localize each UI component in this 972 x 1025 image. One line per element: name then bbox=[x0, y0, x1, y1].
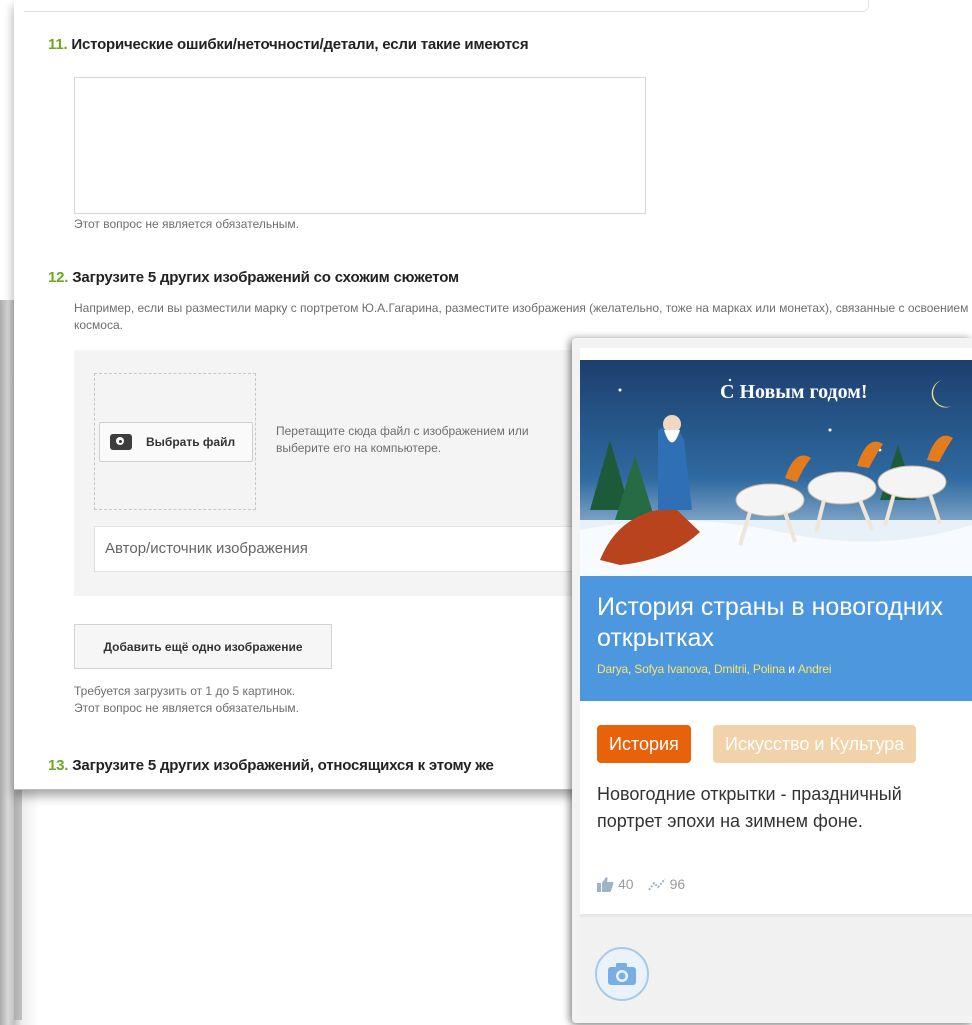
form-top-edge bbox=[24, 0, 869, 12]
author-link[interactable]: Andrei bbox=[798, 662, 832, 676]
add-photo-button[interactable] bbox=[595, 947, 649, 1001]
postcard-caption: С Новым годом! bbox=[720, 381, 868, 403]
camera-icon bbox=[608, 963, 636, 985]
card-cover-image: С Новым годом! bbox=[580, 360, 972, 576]
question-11-title: 11. Исторические ошибки/неточности/детал… bbox=[48, 36, 529, 53]
new-year-postcard-illustration: С Новым годом! bbox=[580, 360, 972, 576]
file-drop-zone[interactable]: Выбрать файл bbox=[94, 373, 256, 510]
card-authors: Darya, Sofya Ivanova, Dmitrii, Polina и … bbox=[597, 662, 832, 676]
author-link[interactable]: Darya bbox=[597, 662, 628, 676]
question-13-text: Загрузите 5 других изображений, относящи… bbox=[72, 757, 494, 774]
card-title-banner: История страны в новогодних открытках Da… bbox=[580, 576, 972, 701]
question-11-answer-textarea[interactable] bbox=[74, 77, 646, 214]
card-description: Новогодние открытки - праздничный портре… bbox=[597, 784, 902, 831]
trend-icon bbox=[647, 878, 666, 891]
add-another-image-button[interactable]: Добавить ещё одно изображение bbox=[74, 624, 332, 669]
thumbs-up-icon bbox=[597, 876, 614, 892]
question-11-number: 11. bbox=[48, 36, 68, 53]
question-12-optional-note: Этот вопрос не является обязательным. bbox=[74, 701, 299, 715]
question-12-hint: Например, если вы разместили марку с пор… bbox=[74, 301, 969, 332]
question-12-title: 12. Загрузите 5 других изображений со сх… bbox=[48, 269, 459, 286]
project-card-body: С Новым годом! История страны в новогодн… bbox=[580, 348, 972, 1016]
question-13-number: 13. bbox=[48, 757, 69, 774]
drop-instructions: Перетащите сюда файл с изображением или … bbox=[276, 424, 529, 455]
question-11-text: Исторические ошибки/неточности/детали, е… bbox=[71, 36, 529, 53]
choose-file-label: Выбрать файл bbox=[146, 435, 236, 449]
choose-file-button[interactable]: Выбрать файл bbox=[99, 422, 253, 462]
question-13-title: 13. Загрузите 5 других изображений, отно… bbox=[48, 757, 494, 774]
card-stats: 40 96 bbox=[597, 876, 685, 892]
author-link[interactable]: Polina bbox=[753, 662, 785, 676]
question-11-optional-note: Этот вопрос не является обязательным. bbox=[74, 217, 299, 231]
question-12-number: 12. bbox=[48, 269, 69, 286]
card-title: История страны в новогодних открытках bbox=[597, 593, 943, 652]
camera-icon bbox=[110, 434, 132, 450]
views-count: 96 bbox=[669, 876, 686, 892]
tag-art-culture[interactable]: Искусство и Культура bbox=[713, 725, 917, 763]
author-link[interactable]: Dmitrii bbox=[714, 662, 747, 676]
author-conjunction: и bbox=[788, 662, 795, 676]
card-footer bbox=[580, 917, 972, 1016]
question-12-text: Загрузите 5 других изображений со схожим… bbox=[72, 269, 459, 286]
question-12-requirement-note: Требуется загрузить от 1 до 5 картинок. bbox=[74, 684, 296, 698]
tag-history[interactable]: История bbox=[597, 725, 691, 763]
project-card[interactable]: С Новым годом! История страны в новогодн… bbox=[572, 338, 972, 1023]
author-link[interactable]: Sofya Ivanova bbox=[634, 662, 708, 676]
likes-count: 40 bbox=[618, 876, 634, 892]
